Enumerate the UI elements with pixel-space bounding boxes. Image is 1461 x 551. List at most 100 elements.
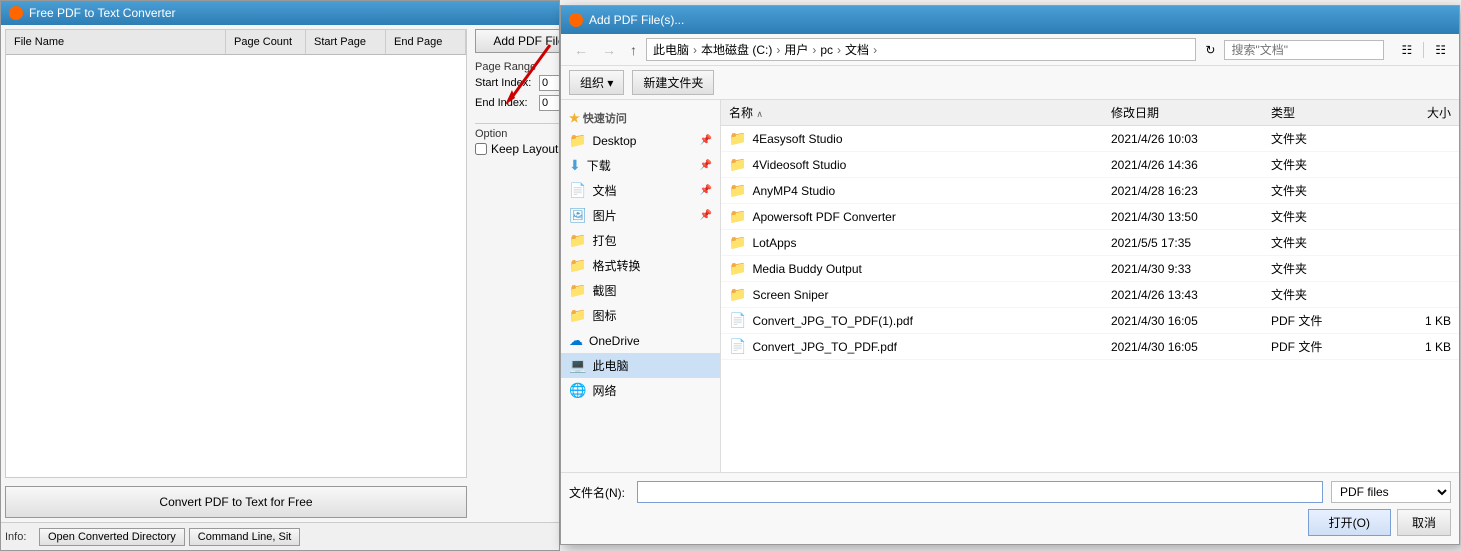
sidebar-item-label: 打包 [592,232,616,249]
file-size: 1 KB [1371,314,1451,328]
list-item[interactable]: 📁 4Easysoft Studio 2021/4/26 10:03 文件夹 [721,126,1459,152]
keep-layout-checkbox[interactable] [475,143,487,155]
col-name-header[interactable]: 名称 ∧ [729,104,1111,121]
filetype-select[interactable]: PDF files [1331,481,1451,503]
file-name: 4Easysoft Studio [752,132,1111,146]
back-button[interactable]: ← [569,39,593,61]
sidebar-item-format[interactable]: 📁 格式转换 [561,253,720,278]
file-type: 文件夹 [1271,260,1371,277]
dialog-action-bar: 组织 ▾ 新建文件夹 [561,66,1459,100]
col-name-label: 名称 [729,106,753,120]
dialog-nav-bar: ← → ↑ 此电脑 › 本地磁盘 (C:) › 用户 › pc › 文档 › ↻… [561,34,1459,66]
list-item[interactable]: 📄 Convert_JPG_TO_PDF(1).pdf 2021/4/30 16… [721,308,1459,334]
network-icon: 🌐 [569,382,586,399]
file-type: 文件夹 [1271,182,1371,199]
start-index-input[interactable] [539,75,559,91]
pin-icon: 📌 [700,185,712,196]
file-date: 2021/4/30 16:05 [1111,340,1271,354]
file-name: LotApps [752,236,1111,250]
col-date-header[interactable]: 修改日期 [1111,104,1271,121]
sidebar-item-label: 网络 [592,382,616,399]
file-dialog: Add PDF File(s)... ← → ↑ 此电脑 › 本地磁盘 (C:)… [560,5,1460,545]
pdf-icon: 📄 [729,312,746,329]
sidebar-item-download[interactable]: ⬇ 下载 📌 [561,153,720,178]
sidebar-item-screenshot[interactable]: 📁 截图 [561,278,720,303]
address-segment-disk: 本地磁盘 (C:) [701,41,772,58]
pin-icon: 📌 [700,210,712,221]
sidebar-item-thispc[interactable]: 💻 此电脑 [561,353,720,378]
app-title-text: Free PDF to Text Converter [29,6,176,20]
sidebar-item-label: 下载 [587,157,611,174]
sidebar-item-label: 格式转换 [592,257,640,274]
sidebar-item-label: Desktop [592,134,636,148]
end-index-label: End Index: [475,97,535,109]
option-section: Option Keep Layout [475,123,559,156]
dialog-title-icon [569,13,583,27]
folder-icon: 📁 [729,234,746,251]
file-type: 文件夹 [1271,234,1371,251]
view-list-button[interactable]: ☷ [1396,40,1417,60]
folder-icon: 📁 [729,156,746,173]
computer-icon: 💻 [569,357,586,374]
folder-icon: 📁 [569,232,586,249]
file-type: PDF 文件 [1271,338,1371,355]
sidebar-item-label: 截图 [592,282,616,299]
file-date: 2021/4/28 16:23 [1111,184,1271,198]
list-item[interactable]: 📁 LotApps 2021/5/5 17:35 文件夹 [721,230,1459,256]
sidebar-item-docs[interactable]: 📄 文档 📌 [561,178,720,203]
file-type: 文件夹 [1271,286,1371,303]
new-folder-button[interactable]: 新建文件夹 [632,70,714,95]
col-startpage: Start Page [306,30,386,54]
cancel-button[interactable]: 取消 [1397,509,1451,536]
pdf-icon: 📄 [729,338,746,355]
side-controls: Add PDF File(s) Page Range Start Index: … [471,25,559,522]
sidebar-item-pack[interactable]: 📁 打包 [561,228,720,253]
sidebar-item-onedrive[interactable]: ☁ OneDrive [561,328,720,353]
file-date: 2021/5/5 17:35 [1111,236,1271,250]
filename-input[interactable] [637,481,1323,503]
convert-button[interactable]: Convert PDF to Text for Free [5,486,467,518]
sort-arrow: ∧ [756,109,763,119]
col-type-header[interactable]: 类型 [1271,104,1371,121]
add-pdf-button[interactable]: Add PDF File(s) [475,29,559,53]
refresh-button[interactable]: ↻ [1200,40,1220,60]
sidebar-item-desktop[interactable]: 📁 Desktop 📌 [561,128,720,153]
address-bar[interactable]: 此电脑 › 本地磁盘 (C:) › 用户 › pc › 文档 › [646,38,1196,61]
sidebar-item-label: 文档 [592,182,616,199]
start-index-label: Start Index: [475,77,535,89]
file-date: 2021/4/30 9:33 [1111,262,1271,276]
sidebar-item-icons[interactable]: 📁 图标 [561,303,720,328]
file-list-header: 名称 ∧ 修改日期 类型 大小 [721,100,1459,126]
sidebar-item-pictures[interactable]: 🖼 图片 📌 [561,203,720,228]
file-name: Convert_JPG_TO_PDF.pdf [752,340,1111,354]
list-item[interactable]: 📁 Screen Sniper 2021/4/26 13:43 文件夹 [721,282,1459,308]
open-converted-dir-button[interactable]: Open Converted Directory [39,528,185,546]
col-filename: File Name [6,30,226,54]
col-size-header[interactable]: 大小 [1371,104,1451,121]
file-date: 2021/4/26 10:03 [1111,132,1271,146]
view-details-button[interactable]: ☷ [1430,40,1451,60]
up-button[interactable]: ↑ [625,39,642,61]
open-button[interactable]: 打开(O) [1308,509,1391,536]
file-list-area: 名称 ∧ 修改日期 类型 大小 📁 4Easysoft Studio 2021/… [721,100,1459,472]
organize-button[interactable]: 组织 ▾ [569,70,624,95]
sidebar-item-network[interactable]: 🌐 网络 [561,378,720,403]
file-name: Convert_JPG_TO_PDF(1).pdf [752,314,1111,328]
list-item[interactable]: 📁 AnyMP4 Studio 2021/4/28 16:23 文件夹 [721,178,1459,204]
forward-button[interactable]: → [597,39,621,61]
sidebar-item-label: 此电脑 [592,357,628,374]
list-item[interactable]: 📁 4Videosoft Studio 2021/4/26 14:36 文件夹 [721,152,1459,178]
app-main-content: File Name Page Count Start Page End Page… [1,25,559,522]
list-item[interactable]: 📁 Apowersoft PDF Converter 2021/4/30 13:… [721,204,1459,230]
cmdline-button[interactable]: Command Line, Sit [189,528,301,546]
list-item[interactable]: 📁 Media Buddy Output 2021/4/30 9:33 文件夹 [721,256,1459,282]
address-segment-pc: pc [820,43,833,57]
dialog-body: ★ 快速访问 📁 Desktop 📌 ⬇ 下载 📌 📄 文档 📌 🖼 图片 📌 [561,100,1459,472]
list-item[interactable]: 📄 Convert_JPG_TO_PDF.pdf 2021/4/30 16:05… [721,334,1459,360]
search-input[interactable] [1224,40,1384,60]
keep-layout-label: Keep Layout [491,142,558,156]
picture-icon: 🖼 [569,207,587,224]
file-date: 2021/4/30 13:50 [1111,210,1271,224]
sidebar-item-label: 图标 [592,307,616,324]
end-index-input[interactable] [539,95,559,111]
